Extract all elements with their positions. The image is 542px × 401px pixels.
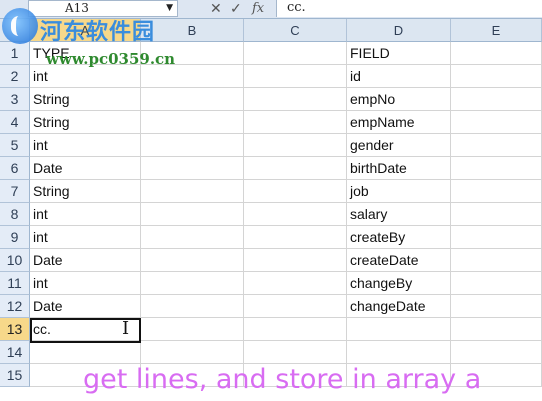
- cell-b11[interactable]: [141, 272, 244, 295]
- cell-c12[interactable]: [244, 295, 347, 318]
- cell-e6[interactable]: [451, 157, 542, 180]
- cell-a9[interactable]: int: [30, 226, 141, 249]
- row-header[interactable]: 12: [0, 295, 30, 318]
- cell-e1[interactable]: [451, 42, 542, 65]
- cell-b13[interactable]: [141, 318, 244, 341]
- watermark-url: www.pc0359.cn: [46, 50, 176, 68]
- cell-e11[interactable]: [451, 272, 542, 295]
- cell-e2[interactable]: [451, 65, 542, 88]
- cell-a2[interactable]: int: [30, 65, 141, 88]
- cell-d3[interactable]: empNo: [347, 88, 451, 111]
- cell-a8[interactable]: int: [30, 203, 141, 226]
- column-header-c[interactable]: C: [244, 19, 347, 42]
- cell-e7[interactable]: [451, 180, 542, 203]
- chevron-down-icon[interactable]: ▼: [166, 1, 173, 15]
- row-header[interactable]: 5: [0, 134, 30, 157]
- row-header[interactable]: 4: [0, 111, 30, 134]
- row-header[interactable]: 14: [0, 341, 30, 364]
- cell-b6[interactable]: [141, 157, 244, 180]
- cell-e4[interactable]: [451, 111, 542, 134]
- cell-d8[interactable]: salary: [347, 203, 451, 226]
- cell-d12[interactable]: changeDate: [347, 295, 451, 318]
- row-header[interactable]: 7: [0, 180, 30, 203]
- name-box-value: A13: [65, 1, 89, 15]
- column-header-d[interactable]: D: [347, 19, 451, 42]
- column-header-b[interactable]: B: [141, 19, 244, 42]
- cell-e3[interactable]: [451, 88, 542, 111]
- cell-c7[interactable]: [244, 180, 347, 203]
- watermark-title: 河东软件园: [40, 20, 156, 45]
- cell-b14[interactable]: [141, 341, 244, 364]
- cell-a6[interactable]: Date: [30, 157, 141, 180]
- cell-d9[interactable]: createBy: [347, 226, 451, 249]
- formula-input[interactable]: cc.: [276, 0, 542, 17]
- cell-d11[interactable]: changeBy: [347, 272, 451, 295]
- cell-e13[interactable]: [451, 318, 542, 341]
- cell-d1[interactable]: FIELD: [347, 42, 451, 65]
- cell-a3[interactable]: String: [30, 88, 141, 111]
- check-icon[interactable]: ✓: [230, 0, 242, 17]
- row-header[interactable]: 2: [0, 65, 30, 88]
- row-header[interactable]: 13: [0, 318, 30, 341]
- cell-c14[interactable]: [244, 341, 347, 364]
- row-header[interactable]: 6: [0, 157, 30, 180]
- cell-b10[interactable]: [141, 249, 244, 272]
- row-header[interactable]: 3: [0, 88, 30, 111]
- cell-b5[interactable]: [141, 134, 244, 157]
- cell-b3[interactable]: [141, 88, 244, 111]
- cell-c6[interactable]: [244, 157, 347, 180]
- cell-a7[interactable]: String: [30, 180, 141, 203]
- cell-b2[interactable]: [141, 65, 244, 88]
- caption-overlay: get lines, and store in array a: [83, 364, 482, 395]
- row-header[interactable]: 1: [0, 42, 30, 65]
- cell-d10[interactable]: createDate: [347, 249, 451, 272]
- cell-b4[interactable]: [141, 111, 244, 134]
- cell-c10[interactable]: [244, 249, 347, 272]
- cell-c8[interactable]: [244, 203, 347, 226]
- cell-d2[interactable]: id: [347, 65, 451, 88]
- cell-c1[interactable]: [244, 42, 347, 65]
- cell-a11[interactable]: int: [30, 272, 141, 295]
- cell-c5[interactable]: [244, 134, 347, 157]
- cell-c9[interactable]: [244, 226, 347, 249]
- row-header[interactable]: 10: [0, 249, 30, 272]
- cell-b8[interactable]: [141, 203, 244, 226]
- cell-e10[interactable]: [451, 249, 542, 272]
- row-header[interactable]: 15: [0, 364, 30, 387]
- cell-e12[interactable]: [451, 295, 542, 318]
- insert-function-icon[interactable]: fx: [252, 0, 264, 17]
- cell-d13[interactable]: [347, 318, 451, 341]
- cell-a12[interactable]: Date: [30, 295, 141, 318]
- cell-d4[interactable]: empName: [347, 111, 451, 134]
- cell-b9[interactable]: [141, 226, 244, 249]
- cell-e8[interactable]: [451, 203, 542, 226]
- cell-c4[interactable]: [244, 111, 347, 134]
- cell-a14[interactable]: [30, 341, 141, 364]
- cell-d14[interactable]: [347, 341, 451, 364]
- cell-d5[interactable]: gender: [347, 134, 451, 157]
- cell-c11[interactable]: [244, 272, 347, 295]
- formula-buttons: ✕ ✓ fx: [182, 0, 272, 18]
- cell-d6[interactable]: birthDate: [347, 157, 451, 180]
- row-header[interactable]: 8: [0, 203, 30, 226]
- row-header[interactable]: 11: [0, 272, 30, 295]
- cell-a10[interactable]: Date: [30, 249, 141, 272]
- cell-a5[interactable]: int: [30, 134, 141, 157]
- watermark-logo-icon: [2, 8, 38, 44]
- cell-c2[interactable]: [244, 65, 347, 88]
- cell-e9[interactable]: [451, 226, 542, 249]
- cell-c3[interactable]: [244, 88, 347, 111]
- cell-c13[interactable]: [244, 318, 347, 341]
- column-header-e[interactable]: E: [451, 19, 542, 42]
- cell-b7[interactable]: [141, 180, 244, 203]
- text-cursor-icon: I: [122, 318, 130, 339]
- cell-e14[interactable]: [451, 341, 542, 364]
- cell-d7[interactable]: job: [347, 180, 451, 203]
- cell-b12[interactable]: [141, 295, 244, 318]
- cell-e5[interactable]: [451, 134, 542, 157]
- cancel-icon[interactable]: ✕: [210, 0, 222, 17]
- row-header[interactable]: 9: [0, 226, 30, 249]
- cell-a4[interactable]: String: [30, 111, 141, 134]
